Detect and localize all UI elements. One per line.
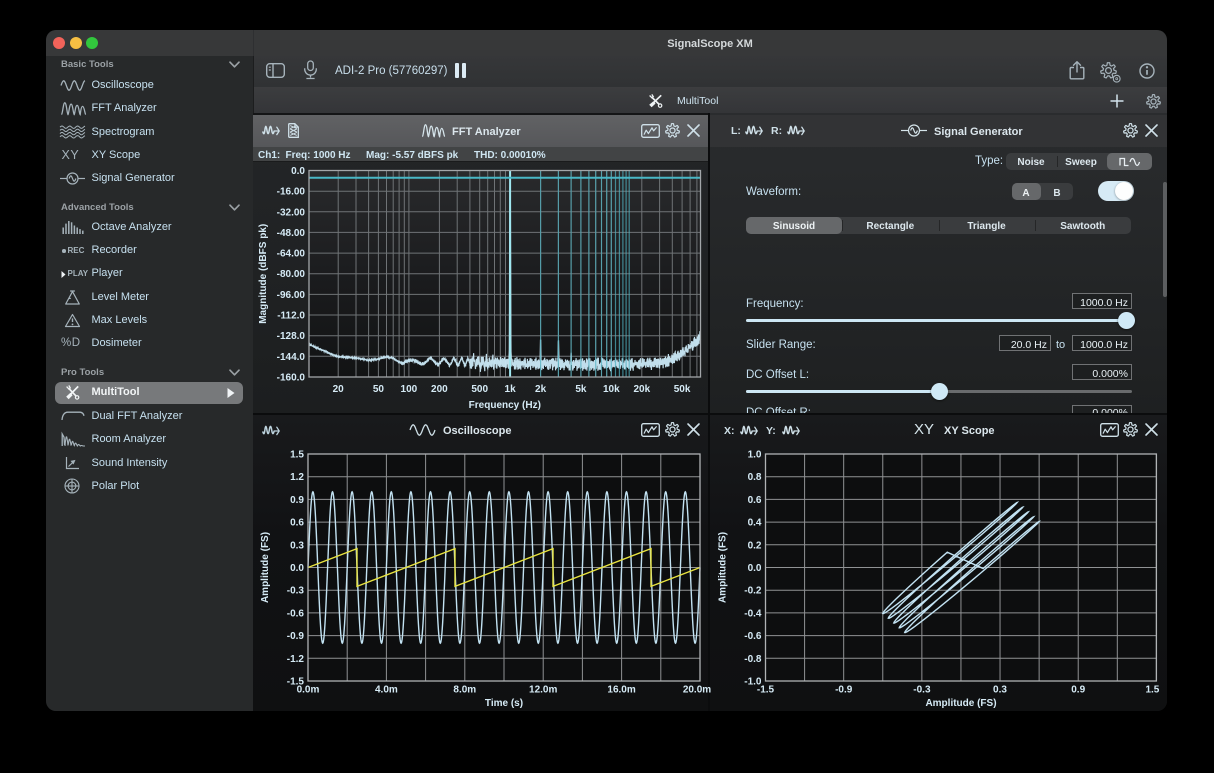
svg-text:20.0m: 20.0m (683, 685, 711, 696)
svg-text:-0.6: -0.6 (744, 631, 762, 642)
svg-text:Magnitude (dBFS pk): Magnitude (dBFS pk) (258, 224, 269, 324)
svg-text:1.0: 1.0 (748, 450, 762, 461)
svg-text:5k: 5k (575, 384, 587, 395)
svg-text:-112.0: -112.0 (277, 311, 305, 322)
svg-text:-0.2: -0.2 (744, 586, 762, 597)
svg-text:20k: 20k (633, 384, 650, 395)
svg-text:Frequency (Hz): Frequency (Hz) (469, 400, 541, 411)
svg-text:-16.00: -16.00 (277, 187, 306, 198)
svg-text:10k: 10k (603, 384, 620, 395)
svg-text:0.0: 0.0 (290, 563, 304, 574)
svg-text:0.0m: 0.0m (297, 685, 320, 696)
svg-text:-144.0: -144.0 (277, 352, 306, 363)
svg-text:0.0: 0.0 (291, 166, 305, 177)
svg-text:0.6: 0.6 (290, 518, 304, 529)
svg-text:-0.8: -0.8 (744, 654, 762, 665)
svg-text:-96.00: -96.00 (277, 290, 306, 301)
svg-text:-48.00: -48.00 (277, 228, 306, 239)
svg-text:-0.3: -0.3 (913, 685, 931, 696)
svg-text:0.0: 0.0 (748, 563, 762, 574)
svg-text:-1.2: -1.2 (287, 654, 305, 665)
svg-text:8.0m: 8.0m (453, 685, 476, 696)
svg-text:-64.00: -64.00 (277, 249, 306, 260)
svg-text:0.3: 0.3 (290, 540, 304, 551)
svg-text:0.8: 0.8 (748, 472, 762, 483)
svg-text:0.9: 0.9 (290, 495, 304, 506)
svg-text:100: 100 (401, 384, 418, 395)
svg-text:Amplitude (FS): Amplitude (FS) (260, 532, 271, 603)
svg-text:16.0m: 16.0m (607, 685, 635, 696)
svg-text:1k: 1k (505, 384, 517, 395)
svg-text:-32.00: -32.00 (277, 207, 306, 218)
svg-text:0.3: 0.3 (993, 685, 1007, 696)
svg-text:-160.0: -160.0 (277, 373, 306, 384)
svg-text:1.2: 1.2 (290, 472, 304, 483)
svg-text:-128.0: -128.0 (277, 331, 306, 342)
svg-text:0.9: 0.9 (1071, 685, 1085, 696)
svg-text:Time (s): Time (s) (485, 698, 523, 709)
svg-text:Amplitude (FS): Amplitude (FS) (718, 532, 729, 603)
svg-text:0.2: 0.2 (748, 540, 762, 551)
svg-text:0.6: 0.6 (748, 495, 762, 506)
svg-text:4.0m: 4.0m (375, 685, 398, 696)
svg-text:-80.00: -80.00 (277, 269, 306, 280)
svg-text:20: 20 (333, 384, 345, 395)
svg-text:-0.4: -0.4 (744, 608, 762, 619)
svg-text:50: 50 (373, 384, 385, 395)
svg-text:-0.9: -0.9 (835, 685, 853, 696)
svg-text:2k: 2k (535, 384, 547, 395)
svg-text:1.5: 1.5 (290, 450, 304, 461)
svg-text:500: 500 (471, 384, 488, 395)
svg-text:200: 200 (431, 384, 448, 395)
svg-text:1.5: 1.5 (1145, 685, 1159, 696)
svg-text:0.4: 0.4 (748, 518, 762, 529)
svg-text:50k: 50k (674, 384, 691, 395)
svg-text:-0.6: -0.6 (287, 608, 305, 619)
svg-text:-0.3: -0.3 (287, 586, 305, 597)
svg-text:-1.5: -1.5 (757, 685, 775, 696)
svg-text:Amplitude (FS): Amplitude (FS) (925, 698, 996, 709)
svg-text:12.0m: 12.0m (529, 685, 557, 696)
svg-text:-0.9: -0.9 (287, 631, 305, 642)
